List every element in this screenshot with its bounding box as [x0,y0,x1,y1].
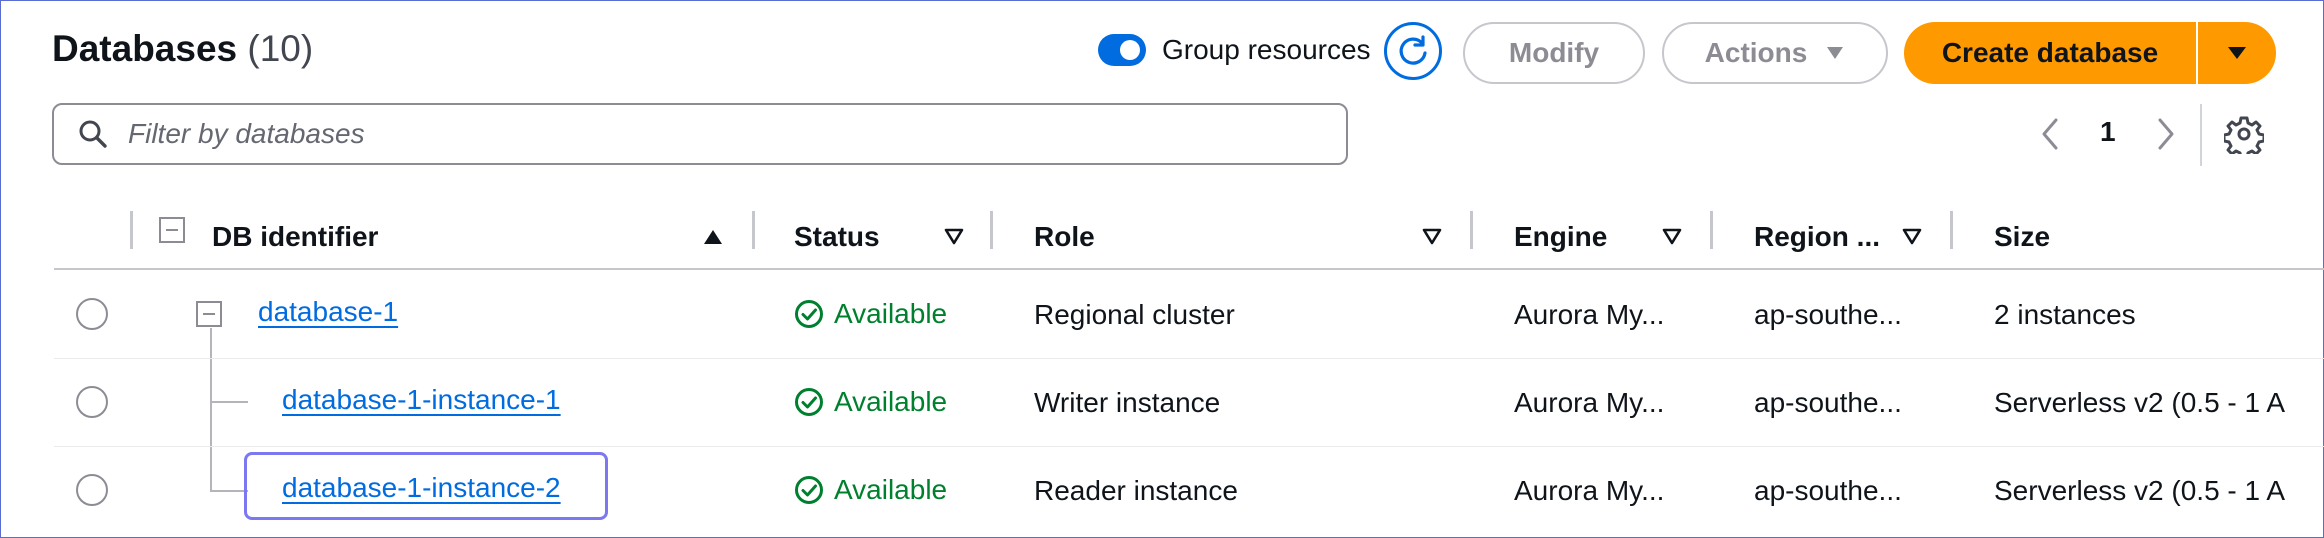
column-label: Engine [1514,221,1608,252]
size-cell: Serverless v2 (0.5 - 1 A [1994,387,2286,418]
group-resources-label: Group resources [1162,34,1371,65]
chevron-left-icon [2042,118,2058,150]
column-separator [1470,211,1473,249]
sort-icon[interactable] [1901,228,1923,246]
column-separator [990,211,993,249]
row-select-radio[interactable] [76,474,108,506]
tree-line [210,401,248,403]
column-label: Size [1994,221,2051,252]
column-region[interactable]: Region ... [1754,204,1880,270]
column-status[interactable]: Status [794,204,880,270]
sort-icon[interactable] [1661,228,1683,246]
sort-ascending-icon[interactable] [702,228,724,246]
group-resources-toggle-wrapper[interactable]: Group resources [1098,34,1371,66]
tree-line [210,328,212,492]
pagination-divider [2200,104,2202,166]
status-text: Available [834,474,948,505]
column-label: DB identifier [212,221,379,252]
row-divider [54,358,2324,359]
chevron-right-icon [2158,118,2174,150]
create-database-label: Create database [1941,37,2159,68]
role-cell: Writer instance [1034,387,1221,418]
refresh-icon [1399,35,1427,65]
check-circle-icon [795,388,823,416]
modify-label: Modify [1508,37,1600,68]
group-resources-toggle[interactable] [1098,34,1146,66]
engine-cell: Aurora My... [1514,299,1665,330]
status-text: Available [834,298,948,329]
create-database-split-button[interactable]: Create database [1904,22,2276,84]
db-identifier-link[interactable]: database-1-instance-1 [282,384,561,416]
previous-page-button[interactable] [2036,112,2066,156]
column-db-identifier[interactable]: DB identifier [212,204,378,270]
size-cell: Serverless v2 (0.5 - 1 A [1994,475,2286,506]
db-identifier-link[interactable]: database-1 [258,296,398,328]
column-role[interactable]: Role [1034,204,1095,270]
column-separator [1950,211,1953,249]
status-cell: Available [794,298,947,330]
sort-icon[interactable] [943,228,965,246]
refresh-button[interactable] [1384,22,1442,80]
caret-down-icon [2228,47,2246,59]
filter-field[interactable] [52,103,1348,165]
row-select-radio[interactable] [76,298,108,330]
page-title: Databases (10) [52,28,313,70]
current-page[interactable]: 1 [2100,116,2116,148]
title-text: Databases [52,28,238,69]
filter-input[interactable] [126,117,1230,151]
expand-collapse-toggle[interactable] [196,301,222,327]
focus-ring [244,452,608,520]
column-label: Role [1034,221,1095,252]
caret-down-icon [1827,47,1844,59]
column-separator [752,211,755,249]
column-label: Status [794,221,880,252]
tree-line [210,490,248,492]
region-cell: ap-southe... [1754,475,1902,506]
database-count: (10) [247,28,314,69]
modify-button[interactable]: Modify [1463,22,1645,84]
status-cell: Available [794,474,947,506]
row-select-radio[interactable] [76,386,108,418]
column-size[interactable]: Size [1994,204,2050,270]
status-text: Available [834,386,948,417]
next-page-button[interactable] [2150,112,2180,156]
column-separator [1710,211,1713,249]
role-cell: Reader instance [1034,475,1238,506]
row-divider [54,446,2324,447]
region-cell: ap-southe... [1754,387,1902,418]
status-cell: Available [794,386,947,418]
actions-button[interactable]: Actions [1662,22,1888,84]
table-header: DB identifier Status Role Engine Region … [52,204,2324,270]
engine-cell: Aurora My... [1514,387,1665,418]
create-database-button[interactable]: Create database [1904,22,2198,84]
actions-label: Actions [1704,37,1808,68]
column-label: Region ... [1754,221,1880,252]
header-divider [54,268,2324,270]
size-cell: 2 instances [1994,299,2136,330]
sort-icon[interactable] [1421,228,1443,246]
search-icon [79,120,107,148]
engine-cell: Aurora My... [1514,475,1665,506]
create-database-dropdown-button[interactable] [2198,22,2276,84]
column-engine[interactable]: Engine [1514,204,1607,270]
table-settings-button[interactable] [2222,114,2266,160]
check-circle-icon [795,476,823,504]
gear-icon [2222,116,2266,160]
role-cell: Regional cluster [1034,299,1235,330]
region-cell: ap-southe... [1754,299,1902,330]
check-circle-icon [795,300,823,328]
